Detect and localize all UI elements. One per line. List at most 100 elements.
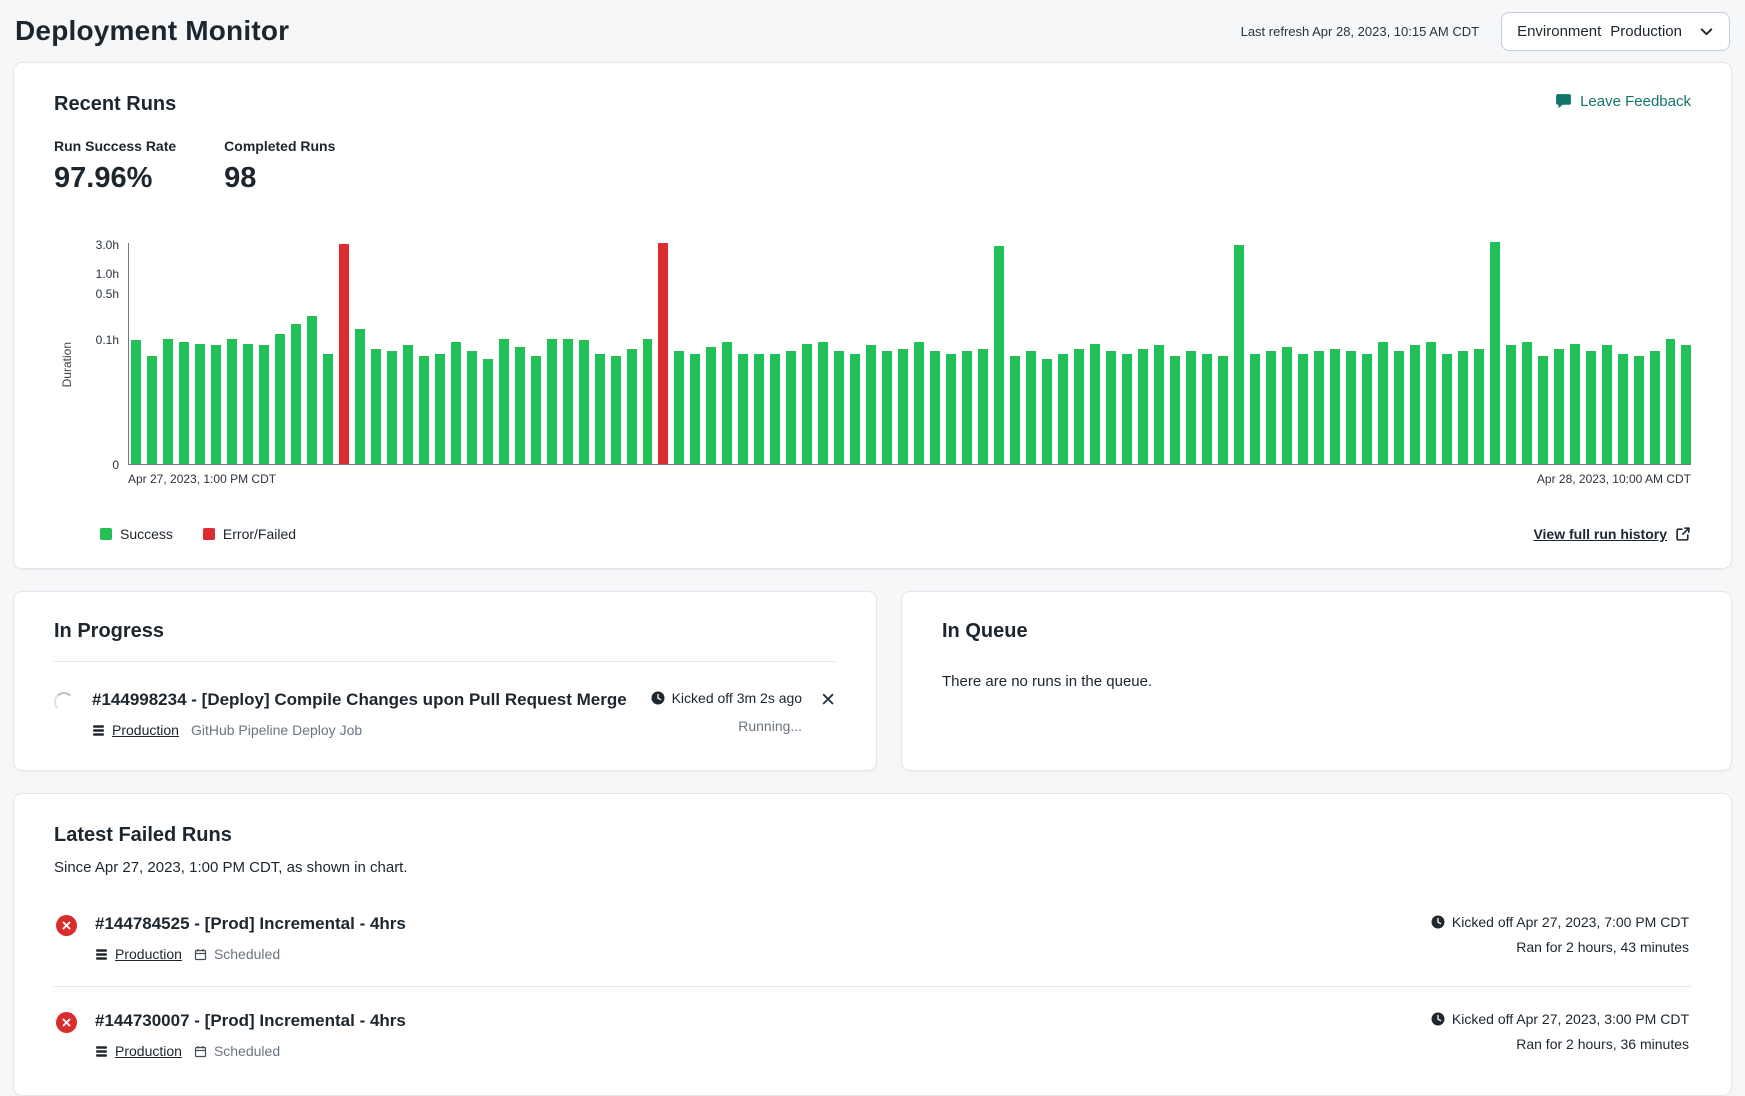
run-bar-success[interactable] [1378,342,1388,464]
run-bar-success[interactable] [1410,345,1420,464]
run-bar-success[interactable] [1042,359,1052,464]
run-bar-success[interactable] [259,345,269,464]
run-bar-success[interactable] [1186,351,1196,464]
run-bar-success[interactable] [1058,354,1068,465]
run-bar-success[interactable] [371,349,381,464]
run-bar-success[interactable] [1138,349,1148,464]
run-bar-success[interactable] [674,351,684,464]
run-bar-success[interactable] [1218,356,1228,464]
run-bar-success[interactable] [531,356,541,464]
close-icon[interactable]: ✕ [820,691,836,710]
run-bar-success[interactable] [1586,351,1596,464]
run-bar-success[interactable] [1554,349,1564,464]
run-bar-success[interactable] [754,354,764,465]
run-bar-success[interactable] [291,324,301,464]
run-bar-success[interactable] [770,354,780,465]
environment-select[interactable]: Environment Production [1501,12,1730,51]
run-bar-success[interactable] [1202,354,1212,465]
run-bar-success[interactable] [499,339,509,464]
run-bar-success[interactable] [1506,345,1516,464]
run-bar-success[interactable] [1298,354,1308,465]
run-bar-success[interactable] [1650,351,1660,464]
run-bar-success[interactable] [1681,345,1691,464]
run-bar-success[interactable] [355,329,365,464]
run-bar-success[interactable] [243,344,253,464]
run-bar-success[interactable] [1666,339,1676,464]
run-bar-success[interactable] [435,354,445,465]
run-bar-success[interactable] [1154,345,1164,464]
run-bar-success[interactable] [706,347,716,464]
run-bar-success[interactable] [1490,242,1500,464]
run-bar-success[interactable] [914,342,924,464]
run-bar-success[interactable] [930,351,940,464]
run-bar-success[interactable] [946,354,956,465]
view-full-run-history-link[interactable]: View full run history [1533,526,1691,542]
run-bar-success[interactable] [1618,354,1628,465]
run-bar-success[interactable] [962,351,972,464]
environment-link[interactable]: Production [95,1043,182,1059]
run-bar-success[interactable] [419,356,429,464]
run-bar-success[interactable] [1090,344,1100,464]
run-bar-success[interactable] [1074,349,1084,464]
run-bar-success[interactable] [690,354,700,465]
run-bar-success[interactable] [1458,351,1468,464]
run-bar-success[interactable] [515,347,525,464]
run-bar-success[interactable] [467,351,477,464]
run-bar-success[interactable] [898,349,908,464]
run-bar-success[interactable] [1106,351,1116,464]
run-bar-success[interactable] [1570,344,1580,464]
run-bar-success[interactable] [1394,351,1404,464]
leave-feedback-link[interactable]: Leave Feedback [1555,93,1691,110]
run-bar-success[interactable] [1426,342,1436,464]
run-bar-success[interactable] [1346,351,1356,464]
run-bar-success[interactable] [802,344,812,464]
environment-link[interactable]: Production [95,946,182,962]
run-bar-success[interactable] [563,339,573,464]
run-bar-success[interactable] [1250,354,1260,465]
run-bar-failed[interactable] [658,243,668,464]
run-bar-success[interactable] [595,354,605,465]
run-bar-success[interactable] [307,316,317,464]
run-bar-success[interactable] [978,349,988,464]
run-bar-failed[interactable] [339,244,349,464]
run-bar-success[interactable] [882,351,892,464]
run-bar-success[interactable] [1010,356,1020,464]
run-bar-success[interactable] [1234,245,1244,464]
run-bar-success[interactable] [483,359,493,464]
run-bar-success[interactable] [179,342,189,464]
run-bar-success[interactable] [1282,347,1292,464]
run-bar-success[interactable] [1026,351,1036,464]
run-bar-success[interactable] [1602,345,1612,464]
run-bar-success[interactable] [323,354,333,465]
run-bar-success[interactable] [834,351,844,464]
run-bar-success[interactable] [1362,354,1372,465]
run-bar-success[interactable] [131,340,141,464]
run-bar-success[interactable] [387,351,397,464]
run-bar-success[interactable] [994,246,1004,464]
run-bar-success[interactable] [403,345,413,464]
run-bar-success[interactable] [1634,356,1644,464]
run-bar-success[interactable] [275,334,285,464]
run-bar-success[interactable] [611,356,621,464]
run-bar-success[interactable] [738,354,748,465]
run-bar-success[interactable] [818,342,828,464]
run-bar-success[interactable] [1170,356,1180,464]
run-bar-success[interactable] [1122,354,1132,465]
run-bar-success[interactable] [643,339,653,464]
run-bar-success[interactable] [1442,354,1452,465]
run-bar-success[interactable] [195,344,205,464]
run-bar-success[interactable] [1474,349,1484,464]
run-bar-success[interactable] [147,356,157,464]
run-bar-success[interactable] [227,339,237,464]
run-bar-success[interactable] [722,342,732,464]
run-bar-success[interactable] [211,345,221,464]
run-bar-success[interactable] [786,351,796,464]
run-bar-success[interactable] [163,339,173,464]
run-bar-success[interactable] [547,339,557,464]
run-bar-success[interactable] [627,349,637,464]
run-bar-success[interactable] [1538,356,1548,464]
run-bar-success[interactable] [1266,351,1276,464]
run-bar-success[interactable] [579,340,589,464]
run-bar-success[interactable] [866,345,876,464]
run-bar-success[interactable] [1522,342,1532,464]
